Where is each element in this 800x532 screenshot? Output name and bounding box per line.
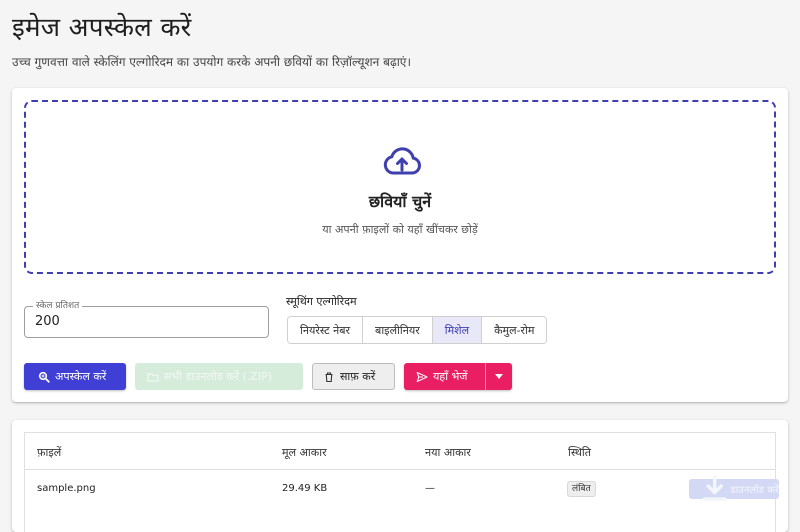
algorithm-label: स्मूथिंग एल्गोरिदम	[286, 295, 357, 308]
column-header-new-size: नया आकार	[425, 446, 471, 459]
column-header-original-size: मूल आकार	[282, 446, 327, 459]
dropzone-hint: या अपनी फ़ाइलों को यहाँ खींचकर छोड़ें	[322, 223, 478, 236]
row-download-button[interactable]: डाउनलोड करें	[689, 475, 779, 502]
algorithm-option-bilinear[interactable]: बाइलीनियर	[363, 317, 433, 343]
row-download-label: डाउनलोड करें	[730, 485, 779, 496]
magnify-icon	[38, 371, 50, 383]
download-icon	[702, 475, 727, 502]
send-here-split-button: यहाँ भेजें	[404, 363, 512, 390]
send-here-button[interactable]: यहाँ भेजें	[404, 363, 485, 390]
file-name: sample.png	[37, 483, 96, 494]
algorithm-toggle-group: नियरेस्ट नेबर बाइलीनियर मिशेल कैमुल-रोम	[287, 316, 548, 344]
cloud-upload-icon	[383, 147, 421, 175]
trash-icon	[325, 371, 333, 382]
column-header-status: स्थिति	[568, 446, 592, 459]
file-dropzone[interactable]: छवियाँ चुनें या अपनी फ़ाइलों को यहाँ खीं…	[24, 100, 776, 274]
table-header: फ़ाइलें मूल आकार नया आकार स्थिति	[25, 433, 775, 470]
algorithm-option-catmull-rom[interactable]: कैमुल-रोम	[482, 317, 547, 343]
algorithm-option-nearest[interactable]: नियरेस्ट नेबर	[288, 317, 364, 343]
download-all-zip-button[interactable]: सभी डाउनलोड करें (.ZIP)	[135, 363, 303, 390]
folder-icon	[147, 372, 159, 382]
scale-percent-input[interactable]	[35, 314, 255, 329]
clear-button-label: साफ़ करें	[340, 370, 376, 383]
download-all-zip-label: सभी डाउनलोड करें (.ZIP)	[164, 370, 273, 383]
file-new-size: —	[425, 483, 435, 494]
algorithm-option-mitchell[interactable]: मिशेल	[432, 317, 483, 343]
column-header-files: फ़ाइलें	[37, 446, 62, 459]
clear-button[interactable]: साफ़ करें	[312, 363, 395, 390]
upscale-button[interactable]: अपस्केल करें	[24, 363, 126, 390]
file-original-size: 29.49 KB	[282, 483, 328, 494]
scale-percent-label: स्केल प्रतिशत	[33, 300, 83, 312]
send-here-label: यहाँ भेजें	[433, 370, 468, 383]
send-icon	[416, 371, 428, 382]
upscale-card: छवियाँ चुनें या अपनी फ़ाइलों को यहाँ खीं…	[12, 88, 788, 402]
upscale-button-label: अपस्केल करें	[55, 370, 107, 383]
files-card: फ़ाइलें मूल आकार नया आकार स्थिति sample.…	[12, 420, 788, 532]
dropzone-title: छवियाँ चुनें	[368, 192, 432, 211]
page-subtitle: उच्च गुणवत्ता वाले स्केलिंग एल्गोरिदम का…	[12, 55, 411, 69]
caret-down-icon	[495, 374, 503, 379]
status-badge: लंबित	[567, 481, 596, 497]
page-title: इमेज अपस्केल करें	[12, 13, 192, 43]
scale-percent-field: स्केल प्रतिशत	[24, 300, 269, 338]
files-table: फ़ाइलें मूल आकार नया आकार स्थिति sample.…	[24, 432, 779, 532]
send-options-dropdown[interactable]	[485, 363, 512, 390]
